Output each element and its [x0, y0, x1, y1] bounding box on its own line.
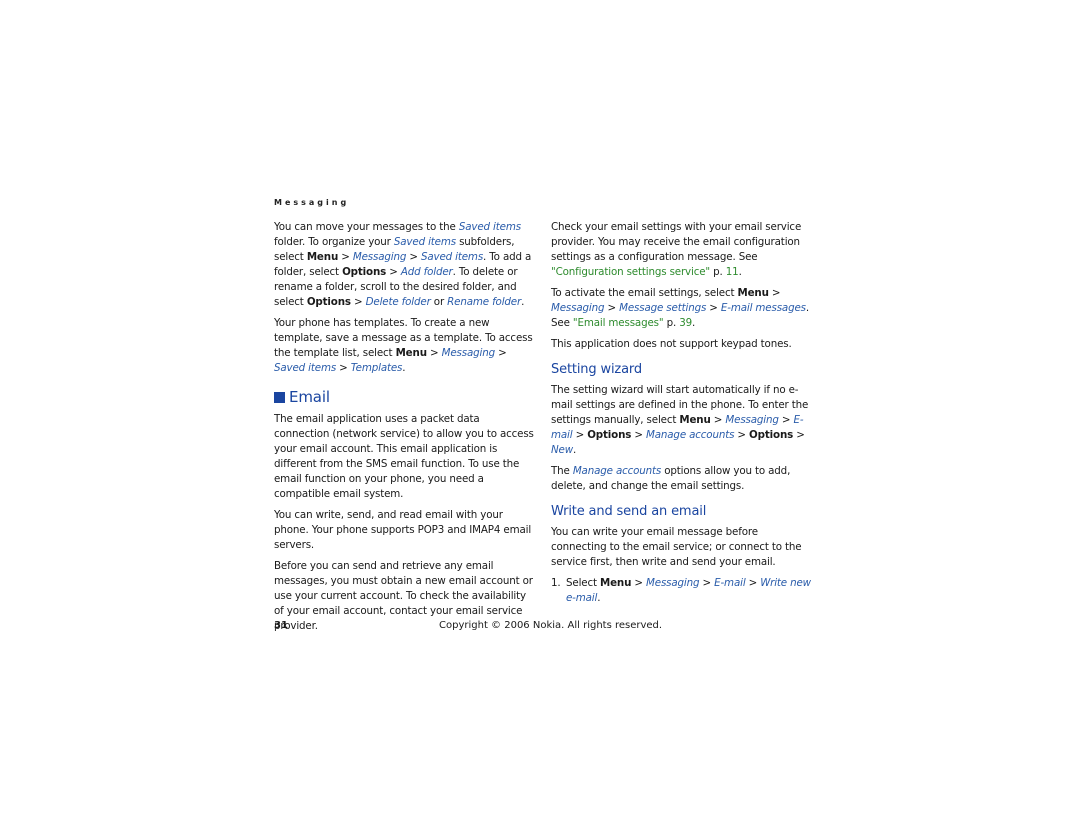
menu-path-item: Add folder [400, 266, 453, 278]
cross-reference-link[interactable]: "Configuration settings service" [551, 266, 710, 278]
menu-path-item: Delete folder [365, 296, 431, 308]
menu-path-item: Messaging [551, 302, 605, 314]
write-email-paragraph: You can write your email message before … [551, 526, 802, 568]
menu-command: Menu [679, 414, 711, 426]
copyright-notice: Copyright © 2006 Nokia. All rights reser… [439, 620, 663, 631]
menu-command: Options [587, 429, 632, 441]
running-head: Messaging [274, 198, 350, 207]
manage-accounts-paragraph: The Manage accounts options allow you to… [551, 465, 791, 492]
menu-command: Menu [737, 287, 769, 299]
menu-path-item: Manage accounts [572, 465, 662, 477]
menu-path-item: Messaging [725, 414, 779, 426]
manual-page: Messaging You can move your messages to … [0, 0, 1080, 834]
activate-settings-paragraph: To activate the email settings, select M… [551, 287, 809, 329]
menu-path-item: Manage accounts [646, 429, 735, 441]
menu-path-item: Messaging [352, 251, 407, 263]
menu-path-item: Saved items [393, 236, 456, 248]
menu-path-item: Rename folder [447, 296, 522, 308]
cross-reference-link[interactable]: 39 [679, 317, 692, 329]
section-square-icon [274, 392, 285, 403]
step-number: 1. [551, 577, 561, 589]
menu-path-item: Saved items [420, 251, 484, 263]
saved-items-paragraph: You can move your messages to the Saved … [274, 221, 532, 308]
email-section-heading: Email [274, 390, 536, 405]
email-servers-paragraph: You can write, send, and read email with… [274, 509, 532, 551]
menu-command: Options [342, 266, 387, 278]
left-column: You can move your messages to the Saved … [274, 220, 536, 640]
cross-reference-link[interactable]: 11 [726, 266, 739, 278]
write-send-heading: Write and send an email [551, 504, 707, 519]
menu-command: Menu [600, 577, 632, 589]
menu-path-item: New [551, 444, 574, 456]
menu-path-item: E-mail messages [720, 302, 806, 314]
email-intro-paragraph: The email application uses a packet data… [274, 413, 534, 500]
setting-wizard-heading: Setting wizard [551, 362, 642, 377]
keypad-tones-paragraph: This application does not support keypad… [551, 338, 792, 350]
setting-wizard-paragraph: The setting wizard will start automatica… [551, 384, 809, 456]
step-list-item: 1. Select Menu > Messaging > E-mail > Wr… [551, 576, 815, 606]
menu-path-item: E-mail [714, 577, 746, 589]
cross-reference-link[interactable]: "Email messages" [573, 317, 664, 329]
menu-command: Menu [306, 251, 339, 263]
check-settings-paragraph: Check your email settings with your emai… [551, 221, 802, 278]
right-column: Check your email settings with your emai… [551, 220, 815, 606]
menu-path-item: Message settings [619, 302, 707, 314]
menu-path-item: Messaging [646, 577, 700, 589]
menu-command: Menu [395, 347, 427, 359]
menu-path-item: Templates [350, 362, 403, 374]
menu-command: Options [306, 296, 351, 308]
menu-path-item: Messaging [441, 347, 496, 359]
menu-path-item: Saved items [458, 221, 521, 233]
step-text: Select Menu > Messaging > E-mail > Write… [566, 577, 811, 604]
email-heading-text: Email [289, 388, 330, 406]
templates-paragraph: Your phone has templates. To create a ne… [274, 317, 533, 374]
menu-command: Options [749, 429, 794, 441]
menu-path-item: Saved items [274, 362, 337, 374]
page-number: 31 [274, 620, 288, 631]
